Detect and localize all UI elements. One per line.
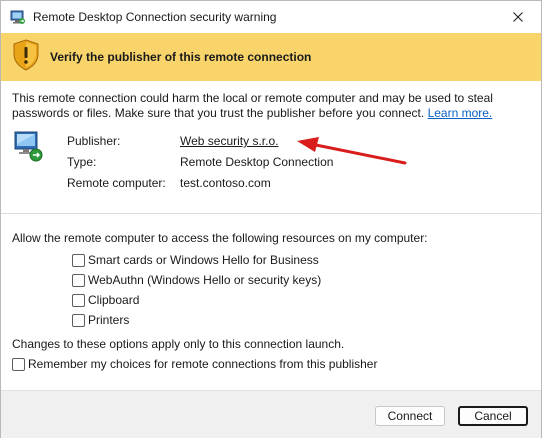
remember-choices-option[interactable]: Remember my choices for remote connectio… [12, 357, 377, 371]
webauthn-option[interactable]: WebAuthn (Windows Hello or security keys… [72, 273, 321, 287]
printers-label: Printers [88, 313, 130, 327]
clipboard-checkbox[interactable] [72, 293, 85, 307]
publisher-label: Publisher: [67, 134, 121, 148]
learn-more-link[interactable]: Learn more. [428, 106, 493, 120]
button-bar: Connect Cancel [1, 390, 541, 438]
webauthn-checkbox[interactable] [72, 273, 85, 287]
window-title: Remote Desktop Connection security warni… [33, 10, 277, 24]
webauthn-label: WebAuthn (Windows Hello or security keys… [88, 273, 322, 287]
warning-shield-icon [12, 39, 40, 71]
warning-text: This remote connection could harm the lo… [12, 91, 493, 120]
remote-desktop-icon [10, 9, 26, 25]
smart-cards-label: Smart cards or Windows Hello for Busines… [88, 253, 319, 267]
remote-computer-icon [14, 131, 46, 163]
remember-choices-checkbox[interactable] [12, 357, 25, 371]
security-warning-dialog: Remote Desktop Connection security warni… [0, 0, 542, 438]
title-bar: Remote Desktop Connection security warni… [1, 1, 541, 33]
remote-computer-label: Remote computer: [67, 176, 166, 190]
clipboard-option[interactable]: Clipboard [72, 293, 139, 307]
close-button[interactable] [495, 1, 541, 33]
cancel-button[interactable]: Cancel [458, 406, 528, 426]
printers-checkbox[interactable] [72, 313, 85, 327]
warning-banner: Verify the publisher of this remote conn… [1, 33, 541, 81]
publisher-link[interactable]: Web security s.r.o. [180, 134, 278, 148]
remember-choices-label: Remember my choices for remote connectio… [28, 357, 378, 371]
section-divider [1, 213, 541, 214]
connect-button[interactable]: Connect [375, 406, 445, 426]
warning-message: This remote connection could harm the lo… [12, 91, 532, 121]
clipboard-label: Clipboard [88, 293, 140, 307]
close-icon [513, 12, 523, 22]
banner-heading: Verify the publisher of this remote conn… [50, 50, 312, 64]
remote-computer-value: test.contoso.com [180, 176, 271, 190]
resources-intro: Allow the remote computer to access the … [12, 231, 428, 245]
type-value: Remote Desktop Connection [180, 155, 334, 169]
changes-note: Changes to these options apply only to t… [12, 337, 345, 351]
type-label: Type: [67, 155, 97, 169]
smart-cards-option[interactable]: Smart cards or Windows Hello for Busines… [72, 253, 319, 267]
smart-cards-checkbox[interactable] [72, 253, 85, 267]
printers-option[interactable]: Printers [72, 313, 129, 327]
